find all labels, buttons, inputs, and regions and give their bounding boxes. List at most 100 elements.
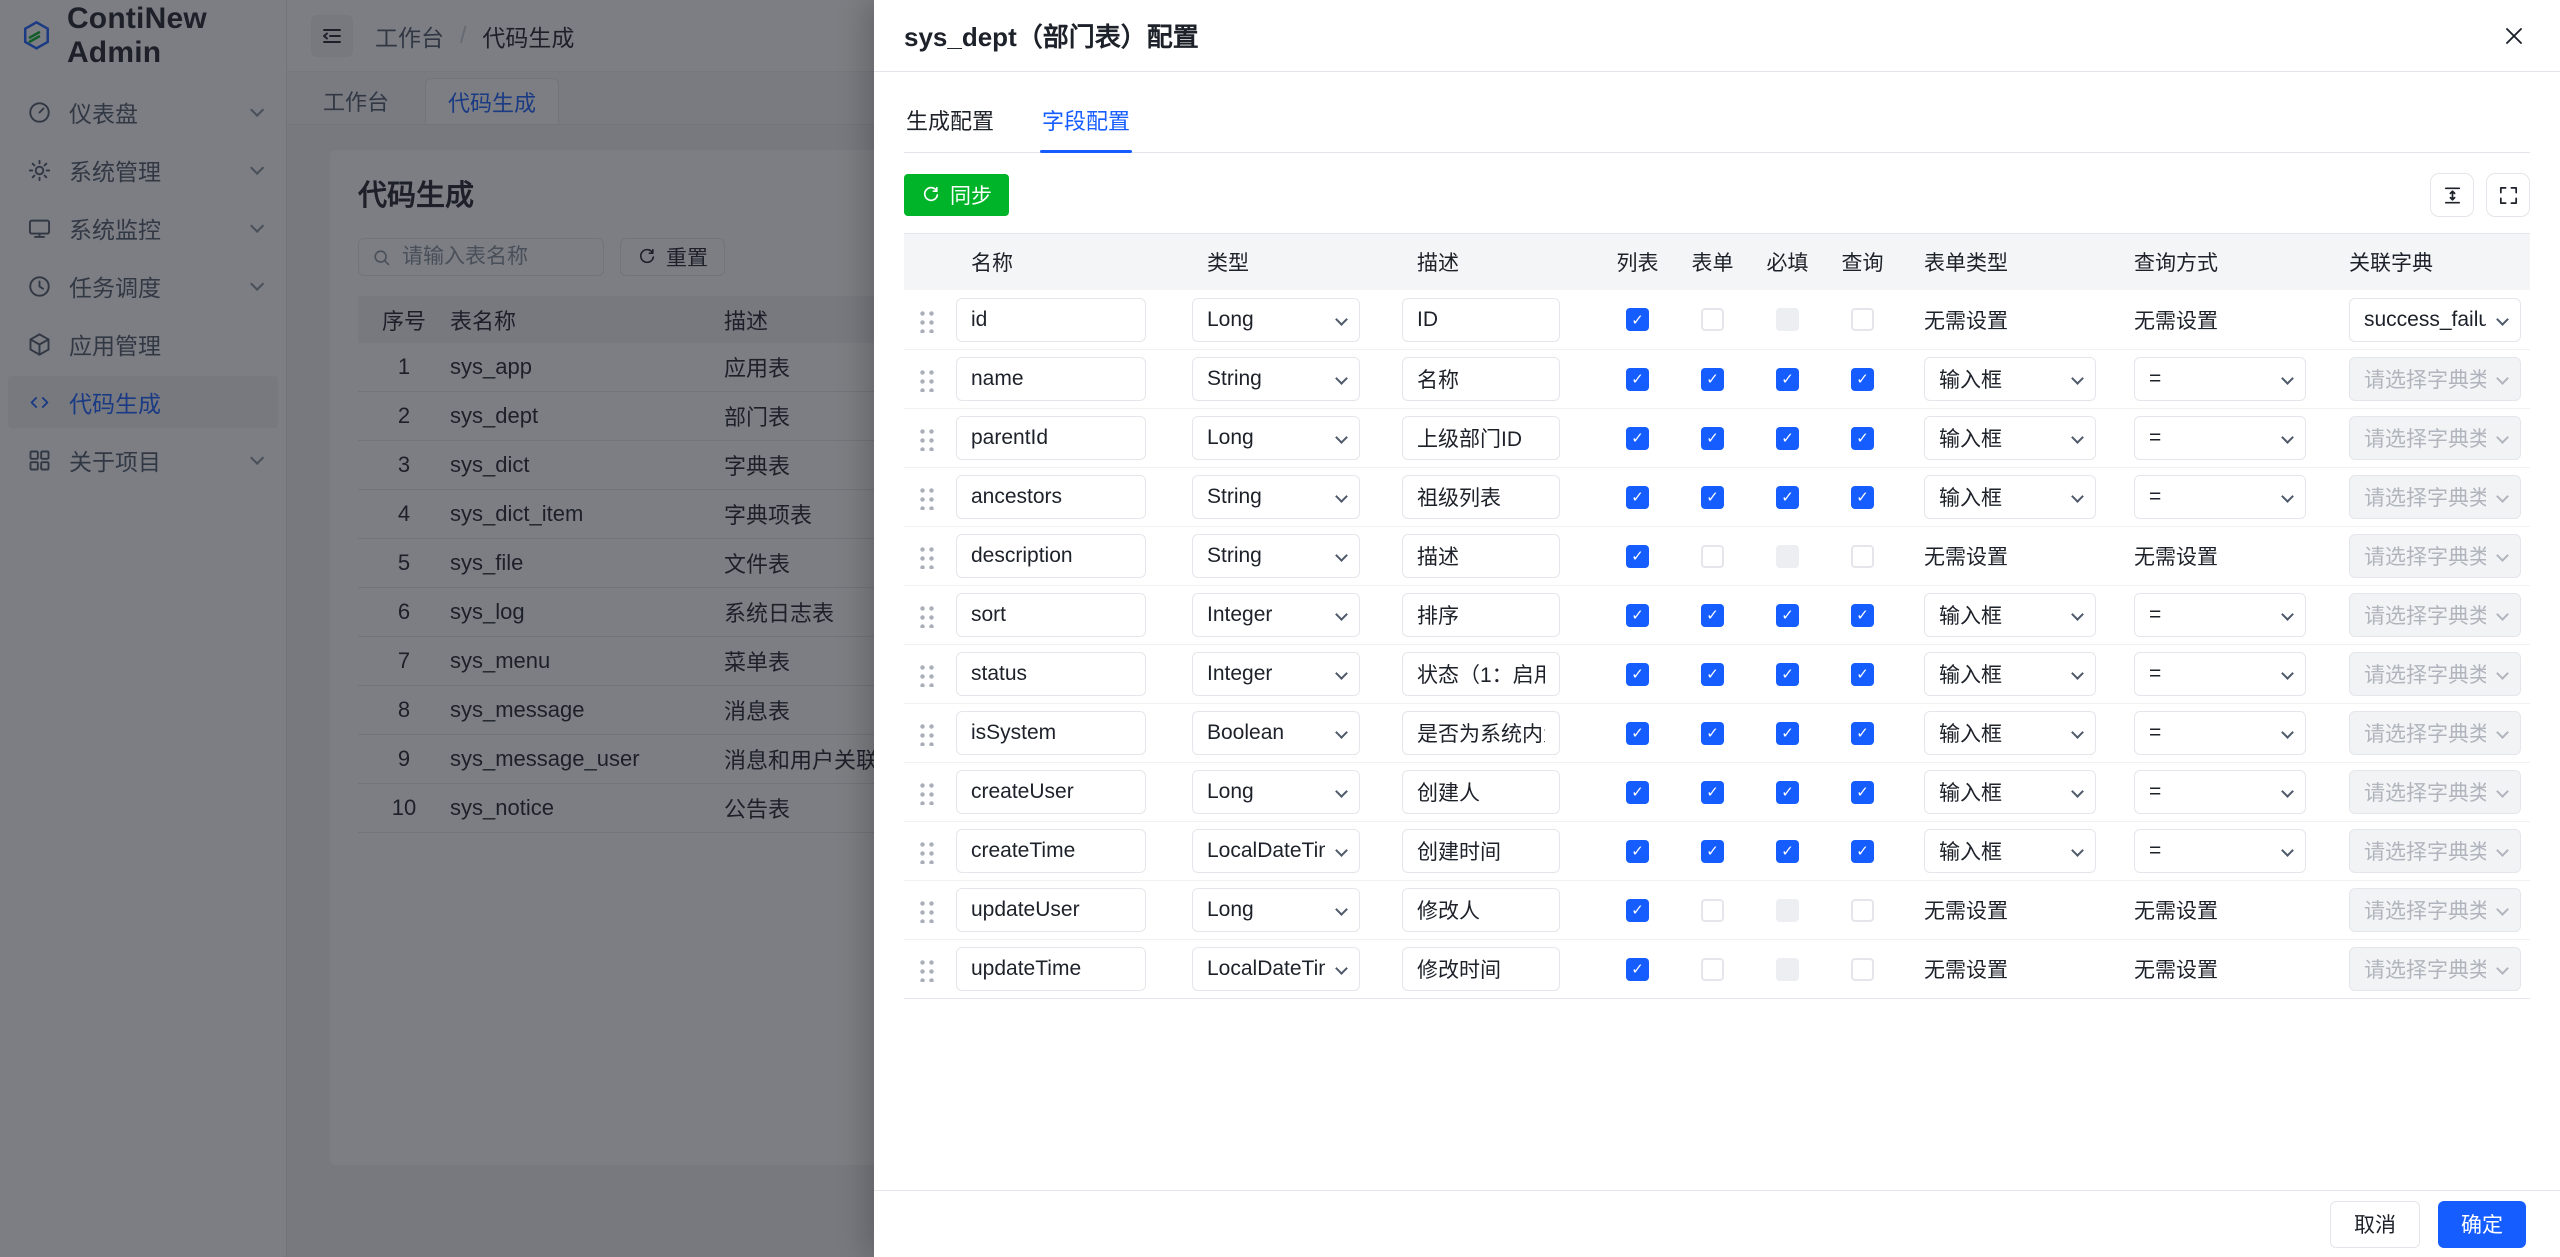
- required-checkbox[interactable]: ✓: [1776, 839, 1799, 863]
- field-type-select[interactable]: Long: [1192, 770, 1360, 814]
- field-type-select[interactable]: String: [1192, 475, 1360, 519]
- form-checkbox[interactable]: [1701, 898, 1724, 922]
- field-desc-input[interactable]: [1402, 888, 1560, 932]
- dict-select[interactable]: success_failur: [2349, 297, 2521, 342]
- form-type-select[interactable]: 输入框: [1924, 711, 2096, 755]
- field-name-input[interactable]: [956, 829, 1146, 873]
- required-checkbox[interactable]: ✓: [1776, 367, 1799, 391]
- field-type-select[interactable]: Integer: [1192, 593, 1360, 637]
- form-checkbox[interactable]: ✓: [1701, 367, 1724, 391]
- field-name-input[interactable]: [956, 534, 1146, 578]
- form-checkbox[interactable]: ✓: [1701, 662, 1724, 686]
- query-type-select[interactable]: =: [2134, 475, 2306, 519]
- field-desc-input[interactable]: [1402, 652, 1560, 696]
- row-height-button[interactable]: [2430, 173, 2474, 217]
- field-desc-input[interactable]: [1402, 357, 1560, 401]
- form-type-select[interactable]: 输入框: [1924, 652, 2096, 696]
- query-type-select[interactable]: =: [2134, 770, 2306, 814]
- drag-handle-icon[interactable]: [918, 602, 936, 628]
- form-type-select[interactable]: 输入框: [1924, 770, 2096, 814]
- drag-handle-icon[interactable]: [918, 543, 936, 569]
- field-desc-input[interactable]: [1402, 770, 1560, 814]
- query-type-select[interactable]: =: [2134, 829, 2306, 873]
- list-checkbox[interactable]: ✓: [1626, 957, 1649, 981]
- query-checkbox[interactable]: ✓: [1851, 603, 1874, 627]
- drag-handle-icon[interactable]: [918, 779, 936, 805]
- form-checkbox[interactable]: ✓: [1701, 426, 1724, 450]
- form-type-select[interactable]: 输入框: [1924, 416, 2096, 460]
- field-name-input[interactable]: [956, 711, 1146, 755]
- required-checkbox[interactable]: ✓: [1776, 426, 1799, 450]
- drag-handle-icon[interactable]: [918, 956, 936, 982]
- drag-handle-icon[interactable]: [918, 661, 936, 687]
- field-name-input[interactable]: [956, 652, 1146, 696]
- query-type-select[interactable]: =: [2134, 357, 2306, 401]
- query-checkbox[interactable]: ✓: [1851, 662, 1874, 686]
- query-type-select[interactable]: =: [2134, 711, 2306, 755]
- field-name-input[interactable]: [956, 416, 1146, 460]
- drag-handle-icon[interactable]: [918, 720, 936, 746]
- form-checkbox[interactable]: ✓: [1701, 721, 1724, 745]
- form-type-select[interactable]: 输入框: [1924, 475, 2096, 519]
- field-desc-input[interactable]: [1402, 593, 1560, 637]
- drag-handle-icon[interactable]: [918, 897, 936, 923]
- field-desc-input[interactable]: [1402, 416, 1560, 460]
- field-desc-input[interactable]: [1402, 534, 1560, 578]
- field-type-select[interactable]: String: [1192, 357, 1360, 401]
- field-name-input[interactable]: [956, 593, 1146, 637]
- list-checkbox[interactable]: ✓: [1626, 780, 1649, 804]
- list-checkbox[interactable]: ✓: [1626, 426, 1649, 450]
- field-name-input[interactable]: [956, 297, 1146, 342]
- query-checkbox[interactable]: [1851, 957, 1874, 981]
- tab-field-config[interactable]: 字段配置: [1040, 90, 1133, 153]
- form-checkbox[interactable]: [1701, 308, 1724, 331]
- list-checkbox[interactable]: ✓: [1626, 367, 1649, 391]
- form-type-select[interactable]: 输入框: [1924, 829, 2096, 873]
- query-type-select[interactable]: =: [2134, 416, 2306, 460]
- query-checkbox[interactable]: ✓: [1851, 780, 1874, 804]
- required-checkbox[interactable]: ✓: [1776, 603, 1799, 627]
- cancel-button[interactable]: 取消: [2330, 1200, 2420, 1248]
- drag-handle-icon[interactable]: [918, 366, 936, 392]
- field-type-select[interactable]: Long: [1192, 297, 1360, 342]
- required-checkbox[interactable]: ✓: [1776, 662, 1799, 686]
- required-checkbox[interactable]: ✓: [1776, 721, 1799, 745]
- query-checkbox[interactable]: ✓: [1851, 721, 1874, 745]
- close-button[interactable]: [2494, 16, 2534, 56]
- field-desc-input[interactable]: [1402, 475, 1560, 519]
- form-checkbox[interactable]: ✓: [1701, 780, 1724, 804]
- field-name-input[interactable]: [956, 947, 1146, 991]
- form-type-select[interactable]: 输入框: [1924, 593, 2096, 637]
- list-checkbox[interactable]: ✓: [1626, 308, 1649, 331]
- form-checkbox[interactable]: [1701, 957, 1724, 981]
- drag-handle-icon[interactable]: [918, 838, 936, 864]
- form-checkbox[interactable]: ✓: [1701, 485, 1724, 509]
- list-checkbox[interactable]: ✓: [1626, 662, 1649, 686]
- form-checkbox[interactable]: ✓: [1701, 603, 1724, 627]
- list-checkbox[interactable]: ✓: [1626, 839, 1649, 863]
- field-name-input[interactable]: [956, 475, 1146, 519]
- sync-button[interactable]: 同步: [904, 174, 1009, 216]
- query-type-select[interactable]: =: [2134, 593, 2306, 637]
- field-type-select[interactable]: String: [1192, 534, 1360, 578]
- field-type-select[interactable]: Integer: [1192, 652, 1360, 696]
- confirm-button[interactable]: 确定: [2438, 1200, 2526, 1248]
- field-type-select[interactable]: LocalDateTim: [1192, 829, 1360, 873]
- form-type-select[interactable]: 输入框: [1924, 357, 2096, 401]
- query-type-select[interactable]: =: [2134, 652, 2306, 696]
- field-type-select[interactable]: LocalDateTim: [1192, 947, 1360, 991]
- field-desc-input[interactable]: [1402, 297, 1560, 342]
- query-checkbox[interactable]: ✓: [1851, 839, 1874, 863]
- query-checkbox[interactable]: ✓: [1851, 367, 1874, 391]
- query-checkbox[interactable]: ✓: [1851, 426, 1874, 450]
- drag-handle-icon[interactable]: [918, 425, 936, 451]
- query-checkbox[interactable]: [1851, 898, 1874, 922]
- query-checkbox[interactable]: ✓: [1851, 485, 1874, 509]
- list-checkbox[interactable]: ✓: [1626, 898, 1649, 922]
- required-checkbox[interactable]: ✓: [1776, 780, 1799, 804]
- list-checkbox[interactable]: ✓: [1626, 603, 1649, 627]
- list-checkbox[interactable]: ✓: [1626, 721, 1649, 745]
- required-checkbox[interactable]: ✓: [1776, 485, 1799, 509]
- form-checkbox[interactable]: ✓: [1701, 839, 1724, 863]
- field-desc-input[interactable]: [1402, 947, 1560, 991]
